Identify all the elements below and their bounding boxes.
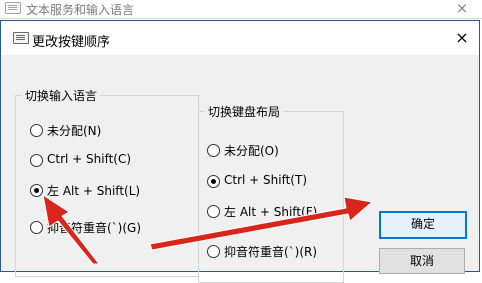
keyboard-icon — [13, 32, 29, 44]
radio-button[interactable] — [30, 221, 43, 234]
radio-button[interactable] — [30, 124, 43, 137]
option-label: 未分配(O) — [224, 144, 279, 158]
option-label: 左 Alt + Shift(L) — [47, 184, 141, 198]
radio-button[interactable] — [207, 175, 220, 188]
option-label: 未分配(N) — [47, 124, 102, 138]
outer-window-title: 文本服务和输入语言 — [26, 3, 135, 17]
dialog-titlebar: 更改按键顺序 × — [1, 21, 479, 55]
option-label: Ctrl + Shift(T) — [224, 173, 308, 187]
keyboard-icon — [5, 2, 21, 14]
cancel-button[interactable]: 取消 — [379, 248, 465, 274]
change-key-sequence-dialog: 更改按键顺序 × 切换输入语言 未分配(N) Ctrl + Shift(C) 左… — [0, 20, 480, 283]
dialog-title: 更改按键顺序 — [32, 35, 111, 50]
switch-keyboard-layout-group: 切换键盘布局 未分配(O) Ctrl + Shift(T) 左 Alt + Sh… — [198, 103, 344, 283]
dialog-close-button[interactable]: × — [452, 28, 472, 48]
radio-button[interactable] — [207, 144, 220, 157]
group-title: 切换键盘布局 — [205, 103, 284, 120]
radio-button[interactable] — [30, 154, 43, 167]
radio-button[interactable] — [30, 184, 43, 197]
outer-window-titlebar: 文本服务和输入语言 × — [0, 0, 482, 19]
radio-button[interactable] — [207, 205, 220, 218]
option-label: 抑音符重音(`)(R) — [224, 245, 318, 259]
option-label: 抑音符重音(`)(G) — [47, 221, 142, 235]
radio-button[interactable] — [207, 245, 220, 258]
option-label: Ctrl + Shift(C) — [47, 152, 132, 166]
switch-input-language-group: 切换输入语言 未分配(N) Ctrl + Shift(C) 左 Alt + Sh… — [15, 87, 199, 277]
outer-close-button[interactable]: × — [452, 0, 472, 17]
group-title: 切换输入语言 — [22, 87, 101, 104]
option-label: 左 Alt + Shift(F) — [224, 205, 318, 219]
ok-button[interactable]: 确定 — [379, 211, 467, 239]
